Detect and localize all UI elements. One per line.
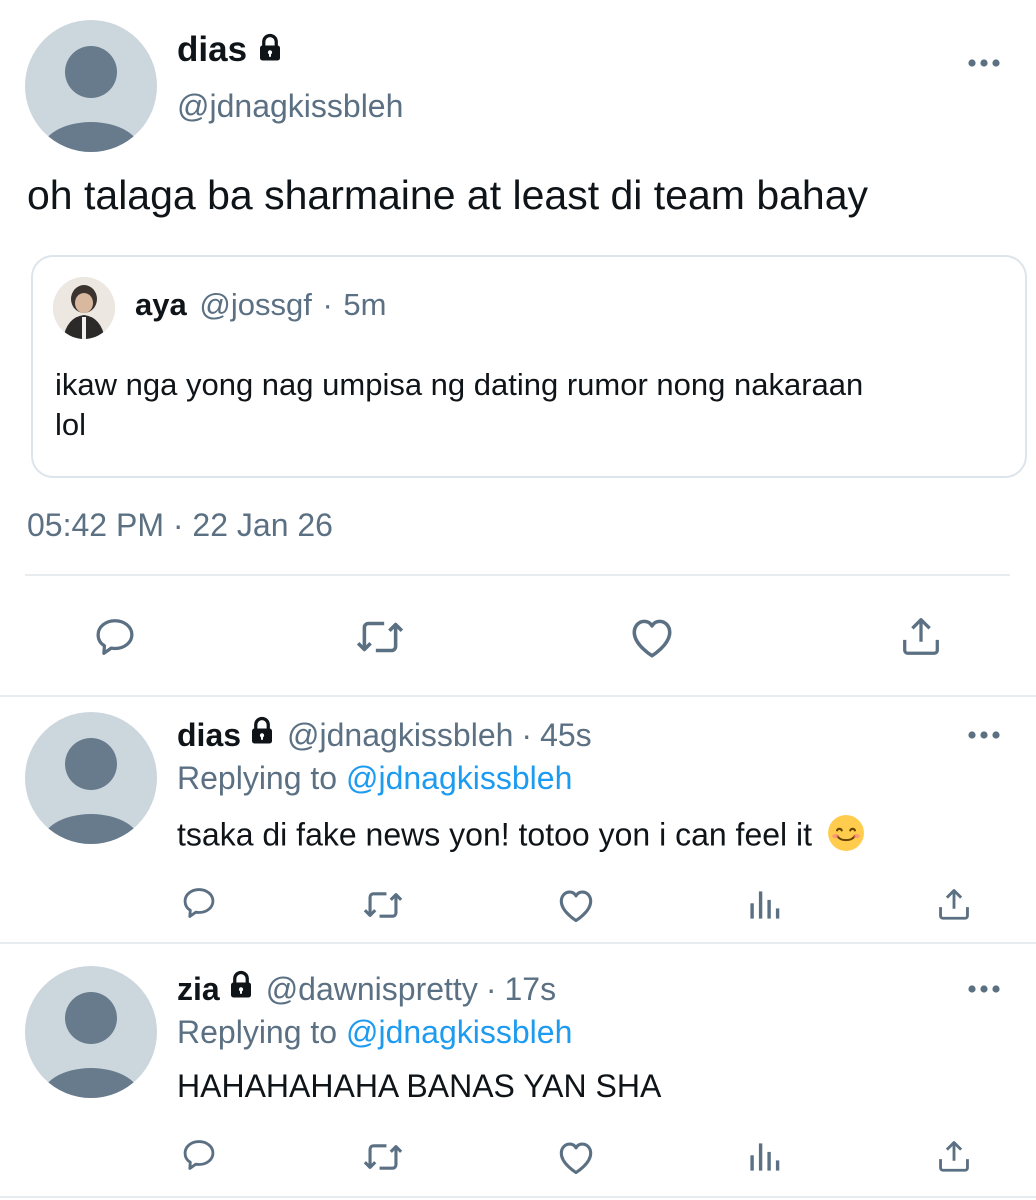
smiling-face-emoji [827,814,865,860]
upload-arrow-icon[interactable] [935,1136,973,1176]
three-dots-icon[interactable] [966,981,1002,997]
main-tweet-divider [25,574,1010,576]
quoted-tweet-text-line-2: lol [55,407,87,442]
quoted-tweet-text-line-1: ikaw nga yong nag umpisa ng dating rumor… [55,367,864,402]
reply-text: HAHAHAHAHA BANAS YAN SHA [177,1068,662,1104]
heart-icon[interactable] [555,1138,597,1176]
reply-avatar[interactable] [25,966,157,1098]
main-tweet-author-name[interactable]: dias [177,30,247,70]
main-tweet-avatar[interactable] [25,20,157,152]
heart-icon[interactable] [627,614,677,660]
reply-separator: · [485,970,497,1007]
reply-author-name[interactable]: zia [177,971,220,1008]
section-divider [0,942,1036,944]
speech-bubble-icon[interactable] [92,614,138,660]
reply-text: tsaka di fake news yon! totoo yon i can … [177,816,813,853]
main-tweet-text: oh talaga ba sharmaine at least di team … [27,172,869,218]
reply-author-name[interactable]: dias [177,717,241,754]
three-dots-icon[interactable] [966,55,1002,71]
quoted-tweet-card[interactable]: aya @jossgf · 5m ikaw nga yong nag umpis… [31,255,1027,478]
main-tweet-date[interactable]: 22 Jan 26 [192,507,333,543]
quoted-tweet-separator: · [322,287,333,322]
retweet-arrows-icon[interactable] [355,614,405,660]
bar-chart-icon[interactable] [747,1140,781,1174]
quoted-tweet-avatar[interactable] [53,277,115,339]
reply-separator: · [521,716,533,753]
heart-icon[interactable] [555,886,597,924]
speech-bubble-icon[interactable] [180,1136,218,1174]
retweet-arrows-icon[interactable] [362,886,404,924]
quoted-tweet-time: 5m [343,287,387,322]
main-tweet-time-separator: · [172,507,184,543]
padlock-icon [226,970,256,1008]
replying-to-handle[interactable]: @jdnagkissbleh [346,1014,572,1050]
reply-avatar[interactable] [25,712,157,844]
reply-time: 45s [540,716,592,753]
reply-author-handle[interactable]: @jdnagkissbleh [287,717,513,754]
main-tweet-time[interactable]: 05:42 PM [27,507,164,543]
section-divider [0,1196,1036,1198]
reply-time: 17s [504,970,557,1007]
padlock-icon [247,716,277,754]
upload-arrow-icon[interactable] [898,612,944,660]
reply-author-handle[interactable]: @dawnispretty [266,971,478,1008]
replying-to-handle[interactable]: @jdnagkissbleh [346,760,572,796]
replying-to-label: Replying to [177,1014,338,1050]
three-dots-icon[interactable] [966,727,1002,743]
main-tweet-author-handle[interactable]: @jdnagkissbleh [177,88,403,125]
retweet-arrows-icon[interactable] [362,1138,404,1176]
bar-chart-icon[interactable] [747,888,781,922]
replying-to-label: Replying to [177,760,338,796]
section-divider [0,695,1036,697]
quoted-tweet-author-handle[interactable]: @jossgf [199,287,311,322]
speech-bubble-icon[interactable] [180,884,218,922]
quoted-tweet-author-name[interactable]: aya [135,287,187,322]
upload-arrow-icon[interactable] [935,884,973,924]
padlock-icon [255,33,285,68]
